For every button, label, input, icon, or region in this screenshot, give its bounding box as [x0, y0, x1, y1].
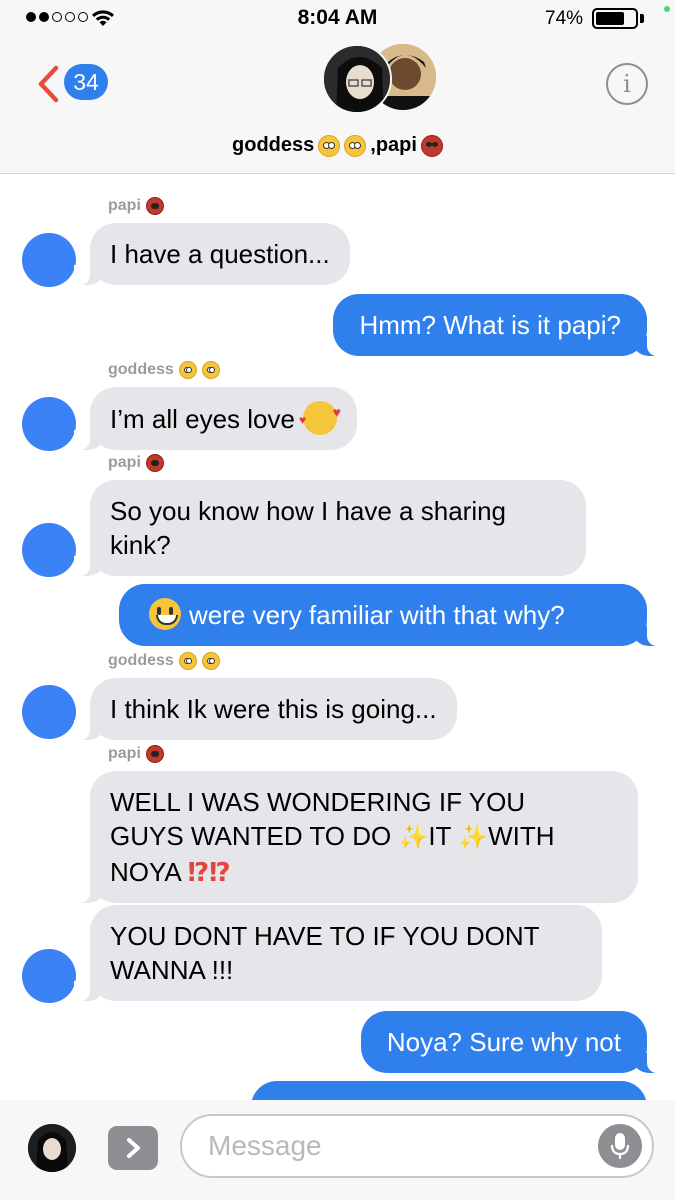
message-text-line: WANNA !!!	[110, 955, 234, 985]
unread-count-badge[interactable]: 34	[64, 64, 108, 100]
sender-name: goddess	[108, 361, 174, 378]
sender-name: papi	[108, 454, 141, 471]
message-text-fragment: GUYS WANTED TO DO	[110, 821, 399, 851]
message-text-line: WELL I WAS WONDERING IF YOU	[110, 787, 526, 817]
message-text: I have a question...	[110, 239, 330, 269]
ogre-emoji-icon	[145, 745, 164, 763]
sparkles-icon: ✨	[458, 824, 489, 851]
group-name-part-2: ,papi	[370, 134, 417, 156]
smiling-face-with-hearts-icon	[299, 395, 341, 437]
sender-avatar[interactable]	[22, 523, 76, 577]
message-text: I think Ik were this is going...	[110, 694, 437, 724]
sender-name: papi	[108, 197, 141, 214]
sender-avatar[interactable]	[22, 397, 76, 451]
interrobang-icon: ⁉⁉	[187, 857, 231, 887]
message-bubble-outgoing[interactable]: were very familiar with that why?	[119, 584, 663, 646]
message-list[interactable]: papi I have a question... Hmm? What is i…	[0, 175, 675, 1100]
battery-icon	[592, 8, 638, 29]
message-text-fragment: WITH	[488, 821, 555, 851]
message-bubble-incoming[interactable]: WELL I WAS WONDERING IF YOU GUYS WANTED …	[74, 771, 638, 903]
sender-label: goddess	[108, 652, 220, 670]
app-drawer-button[interactable]	[108, 1126, 158, 1170]
sender-label: papi	[108, 745, 164, 763]
battery-tip	[640, 14, 644, 23]
ogre-emoji-icon	[420, 134, 443, 157]
message-text-fragment: NOYA	[110, 857, 181, 887]
group-name[interactable]: goddess ,papi	[0, 134, 675, 157]
status-bar: 8:04 AM 74%	[0, 0, 675, 38]
message-input[interactable]: Message	[180, 1114, 654, 1178]
message-bubble-outgoing[interactable]	[251, 1081, 647, 1100]
avatar-goddess	[322, 44, 392, 114]
message-bubble-incoming[interactable]: So you know how I have a sharing kink?	[74, 480, 586, 576]
message-text: Noya? Sure why not	[386, 1027, 621, 1057]
sender-avatar[interactable]	[22, 949, 76, 1003]
memoji-avatar-button[interactable]	[28, 1124, 76, 1172]
conversation-header: 34 i goddess ,papi	[0, 38, 675, 174]
message-text-line: NOYA ⁉⁉	[110, 855, 618, 889]
message-bubble-incoming[interactable]: I have a question...	[74, 223, 350, 285]
message-text: I’m all eyes love	[110, 404, 295, 434]
pleading-emoji-icon	[344, 134, 367, 157]
message-text-fragment: IT	[428, 821, 451, 851]
message-bubble-incoming[interactable]: I’m all eyes love	[74, 387, 357, 450]
group-name-part-1: goddess	[232, 134, 315, 156]
sender-label: papi	[108, 197, 164, 215]
sender-label: goddess	[108, 361, 220, 379]
flushed-emoji-icon	[318, 134, 341, 157]
compose-bar: Message	[0, 1100, 675, 1200]
message-bubble-incoming[interactable]: I think Ik were this is going...	[74, 678, 457, 740]
message-text-line: kink?	[110, 530, 171, 560]
flushed-emoji-icon	[178, 652, 197, 670]
sender-label: papi	[108, 454, 164, 472]
info-icon[interactable]: i	[606, 63, 648, 105]
ogre-emoji-icon	[145, 454, 164, 472]
message-text-line: YOU DONT HAVE TO IF YOU DONT	[110, 921, 540, 951]
sparkles-icon: ✨	[398, 824, 429, 851]
sender-avatar[interactable]	[22, 233, 76, 287]
battery-level	[596, 12, 625, 25]
message-bubble-outgoing[interactable]: Noya? Sure why not	[360, 1011, 664, 1073]
message-input-placeholder: Message	[208, 1130, 322, 1161]
message-text: were very familiar with that why?	[189, 600, 565, 630]
pleading-emoji-icon	[201, 652, 220, 670]
chevron-left-icon[interactable]	[34, 64, 64, 104]
sender-name: papi	[108, 745, 141, 762]
message-bubble-outgoing[interactable]: Hmm? What is it papi?	[333, 294, 663, 356]
microphone-icon[interactable]	[598, 1124, 642, 1168]
chevron-right-icon	[127, 1138, 140, 1158]
pleading-emoji-icon	[201, 361, 220, 379]
group-avatars[interactable]	[322, 42, 442, 116]
message-text: Hmm? What is it papi?	[359, 310, 621, 340]
sender-name: goddess	[108, 652, 174, 669]
battery-percent: 74%	[545, 8, 584, 29]
message-text-line: GUYS WANTED TO DO ✨IT ✨WITH	[110, 819, 618, 855]
message-text-line: So you know how I have a sharing	[110, 496, 507, 526]
privacy-indicator-dot	[664, 6, 670, 12]
message-bubble-incoming[interactable]: YOU DONT HAVE TO IF YOU DONT WANNA !!!	[74, 905, 602, 1001]
flushed-emoji-icon	[178, 361, 197, 379]
sender-avatar[interactable]	[22, 685, 76, 739]
grinning-face-icon	[149, 598, 181, 630]
ogre-emoji-icon	[145, 197, 164, 215]
